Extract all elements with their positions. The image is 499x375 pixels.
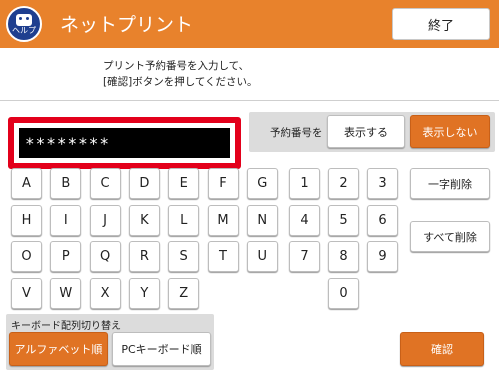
hide-number-button[interactable]: 表示しない [410,115,490,148]
key-m[interactable]: M [207,204,239,236]
display-toggle-label: 予約番号を [270,127,323,139]
confirm-button[interactable]: 確認 [400,332,484,366]
page-title: ネットプリント [60,14,194,36]
key-5[interactable]: 5 [328,204,359,236]
key-d[interactable]: D [128,168,160,199]
key-h[interactable]: H [11,204,42,236]
key-n[interactable]: N [246,204,278,236]
key-o[interactable]: O [11,241,42,272]
key-v[interactable]: V [11,277,42,309]
key-y[interactable]: Y [128,277,160,309]
key-u[interactable]: U [246,241,278,272]
key-q[interactable]: Q [89,241,121,272]
key-w[interactable]: W [50,277,82,309]
help-label: ヘルプ [12,26,36,35]
key-x[interactable]: X [89,277,121,309]
key-z[interactable]: Z [168,277,200,309]
key-3[interactable]: 3 [367,168,398,199]
header-bar: ヘルプ ネットプリント 終了 [0,0,499,48]
key-0[interactable]: 0 [328,277,359,309]
reservation-number-input[interactable]: ******** [19,128,230,158]
instruction-line-2: [確認]ボタンを押してください。 [103,76,258,88]
key-g[interactable]: G [246,168,278,199]
key-a[interactable]: A [11,168,42,199]
key-7[interactable]: 7 [289,241,320,272]
show-number-button[interactable]: 表示する [327,115,405,148]
pc-keyboard-order-button[interactable]: PCキーボード順 [112,332,211,366]
reservation-number-highlight: ******** [8,117,241,169]
key-f[interactable]: F [207,168,239,199]
key-c[interactable]: C [89,168,121,199]
key-p[interactable]: P [50,241,82,272]
instruction-line-1: プリント予約番号を入力して、 [103,60,250,72]
key-4[interactable]: 4 [289,204,320,236]
help-button[interactable]: ヘルプ [6,6,42,42]
key-b[interactable]: B [50,168,82,199]
key-2[interactable]: 2 [328,168,359,199]
key-1[interactable]: 1 [289,168,320,199]
keyboard-switch-label: キーボード配列切り替え [11,321,121,332]
delete-one-button[interactable]: 一字削除 [410,168,490,199]
key-k[interactable]: K [128,204,160,236]
key-e[interactable]: E [168,168,200,199]
key-9[interactable]: 9 [367,241,398,272]
key-6[interactable]: 6 [367,204,398,236]
delete-all-button[interactable]: すべて削除 [410,221,490,252]
key-r[interactable]: R [128,241,160,272]
divider [0,100,499,101]
end-button[interactable]: 終了 [392,8,490,40]
instructions: プリント予約番号を入力して、 [確認]ボタンを押してください。 [103,58,258,90]
alphabet-order-button[interactable]: アルファベット順 [9,332,108,366]
key-l[interactable]: L [168,204,200,236]
key-t[interactable]: T [207,241,239,272]
key-j[interactable]: J [89,204,121,236]
key-i[interactable]: I [50,204,82,236]
key-8[interactable]: 8 [328,241,359,272]
key-s[interactable]: S [168,241,200,272]
help-robot-icon [16,14,32,26]
